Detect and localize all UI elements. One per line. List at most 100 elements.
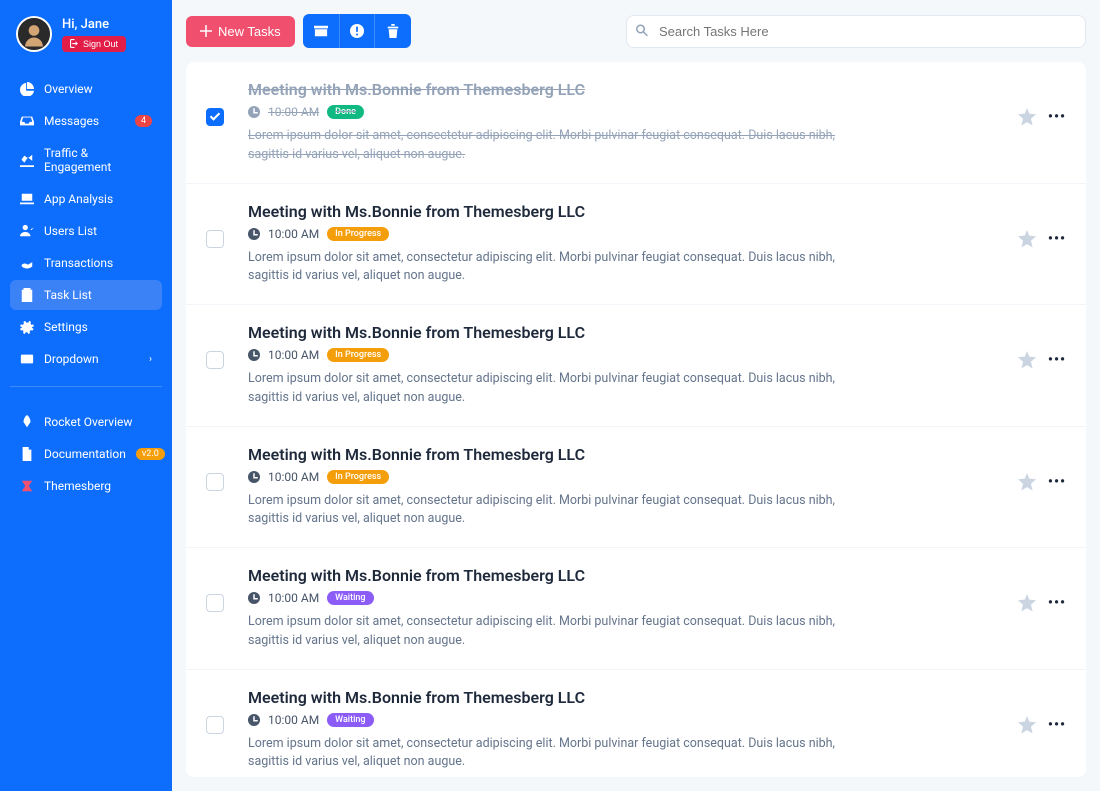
nav-settings[interactable]: Settings (10, 312, 162, 342)
task-status-badge: Waiting (327, 713, 373, 727)
file-icon (20, 447, 34, 461)
task-row: Meeting with Ms.Bonnie from Themesberg L… (186, 305, 1086, 427)
star-icon[interactable] (1018, 108, 1036, 126)
task-meta: 10:00 AM Waiting (248, 591, 994, 605)
task-body: Meeting with Ms.Bonnie from Themesberg L… (248, 202, 994, 287)
task-checkbox[interactable] (206, 473, 224, 491)
task-checkbox[interactable] (206, 108, 224, 126)
nav-app-analysis[interactable]: App Analysis (10, 184, 162, 214)
task-checkbox[interactable] (206, 230, 224, 248)
more-menu[interactable]: ••• (1048, 109, 1066, 125)
task-desc: Lorem ipsum dolor sit amet, consectetur … (248, 127, 838, 165)
task-meta: 10:00 AM Done (248, 105, 994, 119)
task-body: Meeting with Ms.Bonnie from Themesberg L… (248, 80, 994, 165)
task-checkbox[interactable] (206, 716, 224, 734)
task-status-badge: In Progress (327, 348, 389, 362)
user-card: Hi, Jane Sign Out (10, 12, 162, 64)
more-menu[interactable]: ••• (1048, 474, 1066, 490)
nav-transactions[interactable]: Transactions (10, 248, 162, 278)
task-actions: ••• (1018, 594, 1066, 612)
docs-badge: v2.0 (136, 448, 165, 460)
search-input[interactable] (626, 15, 1086, 48)
task-desc: Lorem ipsum dolor sit amet, consectetur … (248, 492, 838, 530)
nav-docs[interactable]: Documentationv2.0 (10, 439, 162, 469)
task-body: Meeting with Ms.Bonnie from Themesberg L… (248, 566, 994, 651)
clock-icon (248, 471, 260, 483)
task-checkbox[interactable] (206, 351, 224, 369)
user-check-icon (20, 224, 34, 238)
rocket-icon (20, 415, 34, 429)
task-row: Meeting with Ms.Bonnie from Themesberg L… (186, 670, 1086, 778)
topbar: New Tasks (172, 0, 1100, 62)
nav-traffic[interactable]: Traffic & Engagement (10, 138, 162, 182)
star-icon[interactable] (1018, 716, 1036, 734)
nav-divider (10, 386, 162, 387)
more-menu[interactable]: ••• (1048, 595, 1066, 611)
plus-icon (200, 25, 212, 37)
task-body: Meeting with Ms.Bonnie from Themesberg L… (248, 445, 994, 530)
task-desc: Lorem ipsum dolor sit amet, consectetur … (248, 613, 838, 651)
star-icon[interactable] (1018, 473, 1036, 491)
task-actions: ••• (1018, 473, 1066, 491)
task-checkbox[interactable] (206, 594, 224, 612)
greeting-text: Hi, Jane (62, 17, 126, 32)
inbox-icon (20, 114, 34, 128)
alert-button[interactable] (339, 14, 375, 48)
clock-icon (248, 592, 260, 604)
task-body: Meeting with Ms.Bonnie from Themesberg L… (248, 323, 994, 408)
task-title: Meeting with Ms.Bonnie from Themesberg L… (248, 202, 994, 221)
task-desc: Lorem ipsum dolor sit amet, consectetur … (248, 370, 838, 408)
nav-primary: Overview Messages4 Traffic & Engagement … (10, 74, 162, 376)
clock-icon (248, 714, 260, 726)
task-list-panel: Meeting with Ms.Bonnie from Themesberg L… (186, 62, 1086, 777)
signout-icon (70, 39, 79, 48)
task-row: Meeting with Ms.Bonnie from Themesberg L… (186, 184, 1086, 306)
more-menu[interactable]: ••• (1048, 352, 1066, 368)
more-menu[interactable]: ••• (1048, 231, 1066, 247)
sidebar: Hi, Jane Sign Out Overview Messages4 Tra… (0, 0, 172, 791)
messages-badge: 4 (135, 115, 152, 127)
new-tasks-button[interactable]: New Tasks (186, 16, 295, 47)
nav-messages[interactable]: Messages4 (10, 106, 162, 136)
nav-overview[interactable]: Overview (10, 74, 162, 104)
task-desc: Lorem ipsum dolor sit amet, consectetur … (248, 735, 838, 773)
task-meta: 10:00 AM Waiting (248, 713, 994, 727)
archive-button[interactable] (303, 14, 339, 48)
task-actions: ••• (1018, 716, 1066, 734)
star-icon[interactable] (1018, 351, 1036, 369)
task-desc: Lorem ipsum dolor sit amet, consectetur … (248, 249, 838, 287)
task-actions: ••• (1018, 230, 1066, 248)
task-row: Meeting with Ms.Bonnie from Themesberg L… (186, 548, 1086, 670)
nav-secondary: Rocket Overview Documentationv2.0 Themes… (10, 407, 162, 503)
clock-icon (248, 106, 260, 118)
task-status-badge: In Progress (327, 227, 389, 241)
task-row: Meeting with Ms.Bonnie from Themesberg L… (186, 427, 1086, 549)
archive-icon (314, 24, 328, 38)
task-meta: 10:00 AM In Progress (248, 227, 994, 241)
task-time: 10:00 AM (268, 348, 319, 362)
more-menu[interactable]: ••• (1048, 717, 1066, 733)
nav-task-list[interactable]: Task List (10, 280, 162, 310)
clock-icon (248, 349, 260, 361)
alert-icon (350, 24, 364, 38)
nav-themesberg[interactable]: Themesberg (10, 471, 162, 501)
toolbar-button-group (303, 14, 411, 48)
chart-line-icon (20, 153, 34, 167)
task-actions: ••• (1018, 351, 1066, 369)
pie-chart-icon (20, 82, 34, 96)
task-title: Meeting with Ms.Bonnie from Themesberg L… (248, 566, 994, 585)
hand-coins-icon (20, 256, 34, 270)
nav-users[interactable]: Users List (10, 216, 162, 246)
signout-button[interactable]: Sign Out (62, 36, 126, 52)
trash-icon (386, 24, 400, 38)
task-title: Meeting with Ms.Bonnie from Themesberg L… (248, 80, 994, 99)
avatar[interactable] (16, 16, 52, 52)
nav-rocket[interactable]: Rocket Overview (10, 407, 162, 437)
star-icon[interactable] (1018, 230, 1036, 248)
task-title: Meeting with Ms.Bonnie from Themesberg L… (248, 445, 994, 464)
nav-dropdown[interactable]: Dropdown› (10, 344, 162, 374)
delete-button[interactable] (375, 14, 411, 48)
star-icon[interactable] (1018, 594, 1036, 612)
search-wrap (626, 15, 1086, 48)
task-actions: ••• (1018, 108, 1066, 126)
